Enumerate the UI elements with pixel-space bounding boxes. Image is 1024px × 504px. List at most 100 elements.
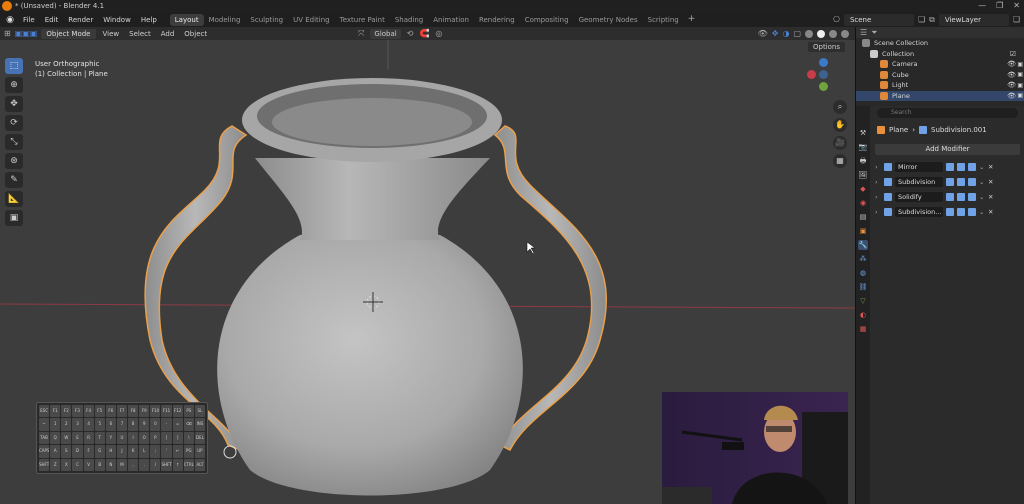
rendered-shading-icon[interactable] — [841, 29, 849, 38]
render-toggle-icon[interactable] — [968, 208, 976, 216]
overlay-icon[interactable]: ◑ — [782, 29, 789, 38]
modifier-name-field[interactable]: Subdivision... — [895, 207, 943, 217]
edit-mode-toggle-icon[interactable] — [946, 208, 954, 216]
scene-tab-icon[interactable]: ◆ — [858, 184, 868, 194]
edit-mode-toggle-icon[interactable] — [946, 178, 954, 186]
add-modifier-button[interactable]: Add Modifier — [875, 144, 1020, 155]
add-cube-tool-icon[interactable]: ▣ — [5, 210, 23, 226]
modifier-name-field[interactable]: Solidify — [895, 192, 943, 202]
expand-chevron-icon[interactable]: › — [875, 178, 881, 186]
tab-layout[interactable]: Layout — [169, 13, 204, 26]
add-workspace-button[interactable]: + — [684, 14, 700, 26]
transform-orientation-icon[interactable]: ⤧ — [358, 29, 364, 39]
xray-icon[interactable]: ▢ — [793, 29, 801, 38]
filter-icon[interactable]: ⏷ — [871, 28, 877, 38]
neg-z-axis-gizmo-icon[interactable] — [819, 70, 828, 79]
y-axis-gizmo-icon[interactable] — [819, 82, 828, 91]
view-layer-tab-icon[interactable]: 🖼 — [858, 170, 868, 180]
render-camera-icon[interactable]: ▣ — [1017, 61, 1023, 68]
viewport-toggle-icon[interactable] — [957, 208, 965, 216]
menu-select[interactable]: Select — [126, 30, 154, 38]
outliner-item-plane[interactable]: Plane 👁 ▣ — [856, 90, 1024, 101]
visibility-eye-icon[interactable]: 👁 — [1007, 60, 1016, 68]
modifier-solidify[interactable]: › Solidify ⌄ ✕ — [875, 191, 1020, 203]
outliner-item-cube[interactable]: Cube 👁 ▣ — [856, 70, 1024, 81]
blender-menu-icon[interactable]: ◉ — [4, 14, 16, 26]
outliner-item-light[interactable]: Light 👁 ▣ — [856, 80, 1024, 91]
viewport-toggle-icon[interactable] — [957, 163, 965, 171]
tab-compositing[interactable]: Compositing — [520, 14, 574, 26]
menu-window[interactable]: Window — [98, 16, 136, 24]
ortho-grid-icon[interactable]: ▦ — [833, 154, 847, 168]
material-tab-icon[interactable]: ◐ — [858, 310, 868, 320]
solid-shading-icon[interactable] — [817, 29, 825, 38]
x-axis-gizmo-icon[interactable] — [807, 70, 816, 79]
z-axis-gizmo-icon[interactable] — [819, 58, 828, 67]
object-tab-icon[interactable]: ▣ — [858, 226, 868, 236]
dropdown-chevron-icon[interactable]: ⌄ — [979, 208, 985, 216]
outliner-scene-collection[interactable]: Scene Collection — [856, 38, 1024, 49]
pan-hand-icon[interactable]: ✋ — [833, 118, 847, 132]
proportional-edit-icon[interactable]: ◎ — [435, 29, 442, 38]
transform-tool-icon[interactable]: ⊛ — [5, 153, 23, 169]
3d-viewport[interactable]: User Orthographic (1) Collection | Plane… — [0, 40, 855, 504]
expand-chevron-icon[interactable]: › — [875, 208, 881, 216]
tab-sculpting[interactable]: Sculpting — [245, 14, 288, 26]
tab-shading[interactable]: Shading — [390, 14, 428, 26]
particles-tab-icon[interactable]: ⁂ — [858, 254, 868, 264]
tool-tab-icon[interactable]: ⚒ — [858, 128, 868, 138]
new-scene-icon[interactable]: ❏ — [918, 15, 925, 24]
collection-tab-icon[interactable]: ▤ — [858, 212, 868, 222]
minimize-button[interactable]: — — [978, 1, 986, 10]
render-toggle-icon[interactable] — [968, 193, 976, 201]
remove-modifier-icon[interactable]: ✕ — [988, 208, 993, 216]
render-tab-icon[interactable]: 📷 — [858, 142, 868, 152]
expand-chevron-icon[interactable]: › — [875, 193, 881, 201]
remove-modifier-icon[interactable]: ✕ — [988, 178, 993, 186]
snap-icon[interactable]: 🧲 — [419, 29, 429, 38]
edit-mode-toggle-icon[interactable] — [946, 163, 954, 171]
transform-orientation-dropdown[interactable]: Global — [370, 28, 401, 39]
modifier-name-field[interactable]: Subdivision — [895, 177, 943, 187]
data-tab-icon[interactable]: ▽ — [858, 296, 868, 306]
visibility-eye-icon[interactable]: 👁 — [1007, 71, 1016, 79]
tab-texture-paint[interactable]: Texture Paint — [335, 14, 390, 26]
measure-tool-icon[interactable]: 📐 — [5, 191, 23, 207]
wireframe-shading-icon[interactable] — [805, 29, 813, 38]
visibility-eye-icon[interactable]: 👁 — [1007, 81, 1016, 89]
menu-render[interactable]: Render — [63, 16, 98, 24]
menu-help[interactable]: Help — [136, 16, 162, 24]
outliner-collection[interactable]: Collection ☑ — [856, 49, 1024, 60]
close-button[interactable]: ✕ — [1013, 1, 1020, 10]
modifier-subdivision[interactable]: › Subdivision ⌄ ✕ — [875, 176, 1020, 188]
texture-tab-icon[interactable]: ▦ — [858, 324, 868, 334]
world-tab-icon[interactable]: ◉ — [858, 198, 868, 208]
view-layer-selector[interactable]: ViewLayer — [938, 13, 1009, 26]
tab-scripting[interactable]: Scripting — [643, 14, 684, 26]
properties-search[interactable]: Search — [877, 108, 1018, 118]
modifier-tab-icon[interactable]: 🔧 — [858, 240, 868, 250]
tab-animation[interactable]: Animation — [428, 14, 474, 26]
tab-modeling[interactable]: Modeling — [204, 14, 246, 26]
output-tab-icon[interactable]: 🖶 — [858, 156, 868, 166]
gizmo-icon[interactable]: ✥ — [772, 29, 779, 38]
editor-type-icon[interactable]: ⊞ — [4, 29, 11, 38]
select-box-tool-icon[interactable]: ⬚ — [5, 58, 23, 74]
dropdown-chevron-icon[interactable]: ⌄ — [979, 163, 985, 171]
select-mode-icon[interactable]: ▣▣▣ — [15, 29, 38, 38]
cursor-tool-icon[interactable]: ⊕ — [5, 77, 23, 93]
remove-modifier-icon[interactable]: ✕ — [988, 163, 993, 171]
physics-tab-icon[interactable]: ◍ — [858, 268, 868, 278]
menu-add[interactable]: Add — [158, 30, 178, 38]
outliner-editor-icon[interactable]: ☰ — [860, 28, 867, 37]
modifier-mirror[interactable]: › Mirror ⌄ ✕ — [875, 161, 1020, 173]
menu-view[interactable]: View — [100, 30, 123, 38]
options-dropdown[interactable]: Options — [807, 42, 845, 52]
render-toggle-icon[interactable] — [968, 163, 976, 171]
render-camera-icon[interactable]: ▣ — [1017, 92, 1023, 99]
menu-object[interactable]: Object — [181, 30, 210, 38]
zoom-icon[interactable]: ⌕ — [833, 100, 847, 114]
view-layer-icon[interactable]: ⧉ — [929, 15, 935, 25]
object-mode-dropdown[interactable]: Object Mode — [41, 28, 96, 39]
viewport-toggle-icon[interactable] — [957, 178, 965, 186]
